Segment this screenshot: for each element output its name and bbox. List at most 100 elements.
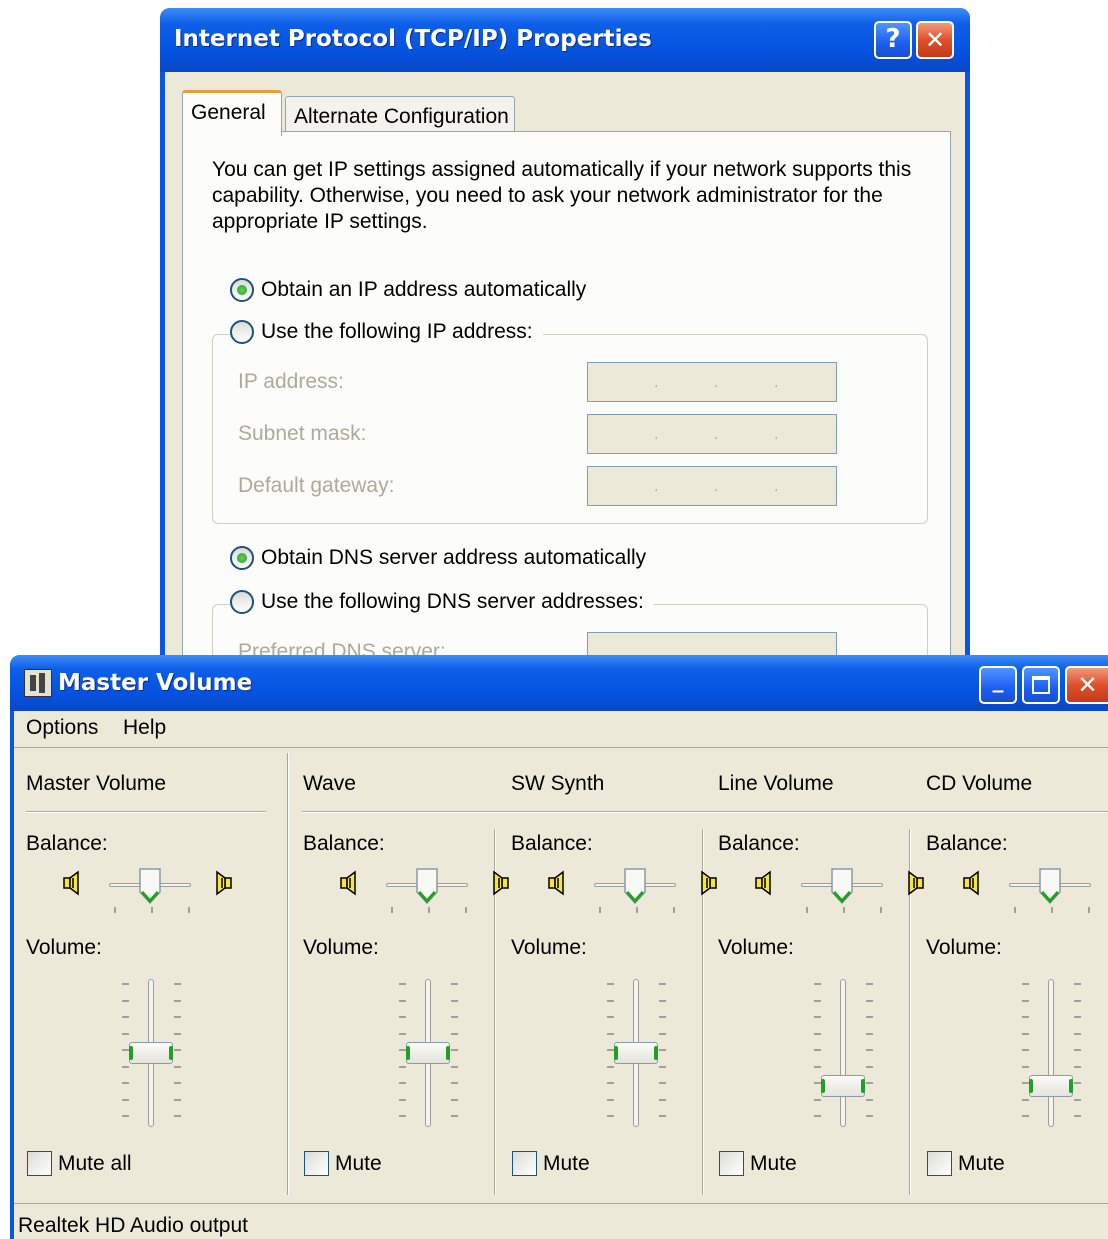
volume-tick	[814, 1049, 821, 1051]
mute-checkbox[interactable]: Mute	[512, 1151, 590, 1176]
volume-tick	[1074, 999, 1081, 1002]
channel-name: SW Synth	[511, 772, 605, 795]
help-button[interactable]: ?	[874, 21, 912, 59]
subnet-mask-label: Subnet mask:	[238, 422, 367, 445]
balance-label: Balance:	[926, 832, 1008, 855]
close-icon: ✕	[924, 26, 946, 54]
volume-slider-thumb[interactable]	[614, 1042, 658, 1064]
balance-slider-thumb[interactable]	[624, 868, 646, 905]
volume-tick	[122, 1098, 129, 1101]
close-button[interactable]: ✕	[916, 21, 954, 59]
balance-tick	[806, 907, 808, 913]
volume-track	[840, 979, 846, 1127]
maximize-button[interactable]	[1022, 666, 1060, 704]
volume-tick	[451, 1098, 458, 1101]
volume-tick	[814, 1016, 821, 1018]
tab-general[interactable]: General	[182, 90, 282, 136]
radio-unselected-icon	[230, 320, 254, 344]
channel-name: Wave	[303, 772, 356, 795]
use-following-ip-label: Use the following IP address:	[261, 320, 533, 343]
volume-tick	[814, 1098, 821, 1101]
volume-tick	[814, 1115, 821, 1117]
volume-label: Volume:	[718, 936, 794, 959]
volume-track	[1048, 979, 1054, 1127]
minimize-button[interactable]: _	[979, 666, 1017, 704]
volume-slider-thumb[interactable]	[821, 1075, 865, 1097]
volume-tick	[1022, 1049, 1029, 1051]
volume-tick	[399, 1032, 406, 1035]
balance-slider-thumb[interactable]	[416, 868, 438, 905]
volume-tick	[659, 999, 666, 1002]
maximize-icon	[1032, 676, 1050, 694]
tcpip-titlebar[interactable]: Internet Protocol (TCP/IP) Properties ? …	[160, 8, 970, 72]
volume-slider-thumb[interactable]	[129, 1042, 173, 1064]
volume-tick	[174, 999, 181, 1002]
volume-tick	[866, 1049, 873, 1051]
volume-tick	[451, 1016, 458, 1018]
mute-checkbox[interactable]: Mute	[304, 1151, 382, 1176]
tab-general-label: General	[191, 101, 266, 124]
volume-label: Volume:	[926, 936, 1002, 959]
right-speaker-icon	[214, 870, 232, 896]
obtain-ip-auto-radio[interactable]: Obtain an IP address automatically	[230, 278, 597, 302]
master-header-divider	[26, 811, 266, 813]
use-following-dns-label: Use the following DNS server addresses:	[261, 590, 644, 613]
volume-tick	[814, 999, 821, 1002]
volume-label: Volume:	[26, 936, 102, 959]
volume-tick	[866, 1032, 873, 1035]
volume-tick	[866, 1016, 873, 1018]
volume-tick	[866, 999, 873, 1002]
volume-tick	[607, 1049, 614, 1051]
close-button[interactable]: ✕	[1065, 666, 1108, 704]
menu-help[interactable]: Help	[123, 716, 166, 740]
tcpip-client-area: General Alternate Configuration You can …	[165, 72, 965, 724]
checkbox-icon	[719, 1151, 744, 1176]
mute-label: Mute	[543, 1151, 590, 1175]
volume-tick	[399, 999, 406, 1002]
mute-checkbox[interactable]: Mute	[927, 1151, 1005, 1176]
use-following-dns-radio[interactable]: Use the following DNS server addresses:	[230, 590, 654, 614]
volume-titlebar[interactable]: Master Volume _ ✕	[10, 655, 1108, 711]
balance-slider-thumb[interactable]	[831, 868, 853, 905]
menu-options[interactable]: Options	[26, 716, 98, 740]
tab-alternate-configuration[interactable]: Alternate Configuration	[285, 96, 515, 136]
volume-tick	[1022, 1082, 1029, 1084]
mute-checkbox[interactable]: Mute all	[27, 1151, 132, 1176]
volume-tick	[451, 1115, 458, 1117]
mute-label: Mute	[750, 1151, 797, 1175]
checkbox-icon	[27, 1151, 52, 1176]
tcpip-window-title: Internet Protocol (TCP/IP) Properties	[174, 26, 652, 52]
use-following-ip-radio[interactable]: Use the following IP address:	[230, 320, 543, 344]
volume-tick	[174, 1082, 181, 1084]
volume-slider-thumb[interactable]	[1029, 1075, 1073, 1097]
volume-tick	[451, 1032, 458, 1035]
balance-slider-thumb[interactable]	[1039, 868, 1061, 905]
radio-unselected-icon	[230, 590, 254, 614]
balance-tick	[1088, 907, 1090, 913]
balance-slider-thumb[interactable]	[139, 868, 161, 905]
volume-slider-thumb[interactable]	[406, 1042, 450, 1064]
checkbox-icon	[304, 1151, 329, 1176]
volume-tick	[451, 1065, 458, 1068]
volume-tick	[451, 983, 458, 985]
tcpip-properties-window: Internet Protocol (TCP/IP) Properties ? …	[160, 8, 970, 724]
default-gateway-label: Default gateway:	[238, 474, 395, 497]
tab-alternate-label: Alternate Configuration	[294, 105, 509, 128]
obtain-dns-auto-radio[interactable]: Obtain DNS server address automatically	[230, 546, 657, 570]
balance-label: Balance:	[303, 832, 385, 855]
volume-tick	[122, 1082, 129, 1084]
mute-checkbox[interactable]: Mute	[719, 1151, 797, 1176]
balance-label: Balance:	[718, 832, 800, 855]
balance-tick	[465, 907, 467, 913]
radio-selected-icon	[230, 278, 254, 302]
volume-tick	[1022, 1065, 1029, 1068]
balance-tick	[636, 907, 638, 913]
volume-window-title: Master Volume	[58, 670, 253, 696]
volume-tick	[122, 1065, 129, 1068]
mute-label: Mute	[958, 1151, 1005, 1175]
volume-app-icon	[24, 669, 52, 697]
checkbox-icon	[927, 1151, 952, 1176]
volume-tick	[607, 1098, 614, 1101]
default-gateway-field: ...	[587, 466, 837, 506]
volume-tick	[1022, 999, 1029, 1002]
